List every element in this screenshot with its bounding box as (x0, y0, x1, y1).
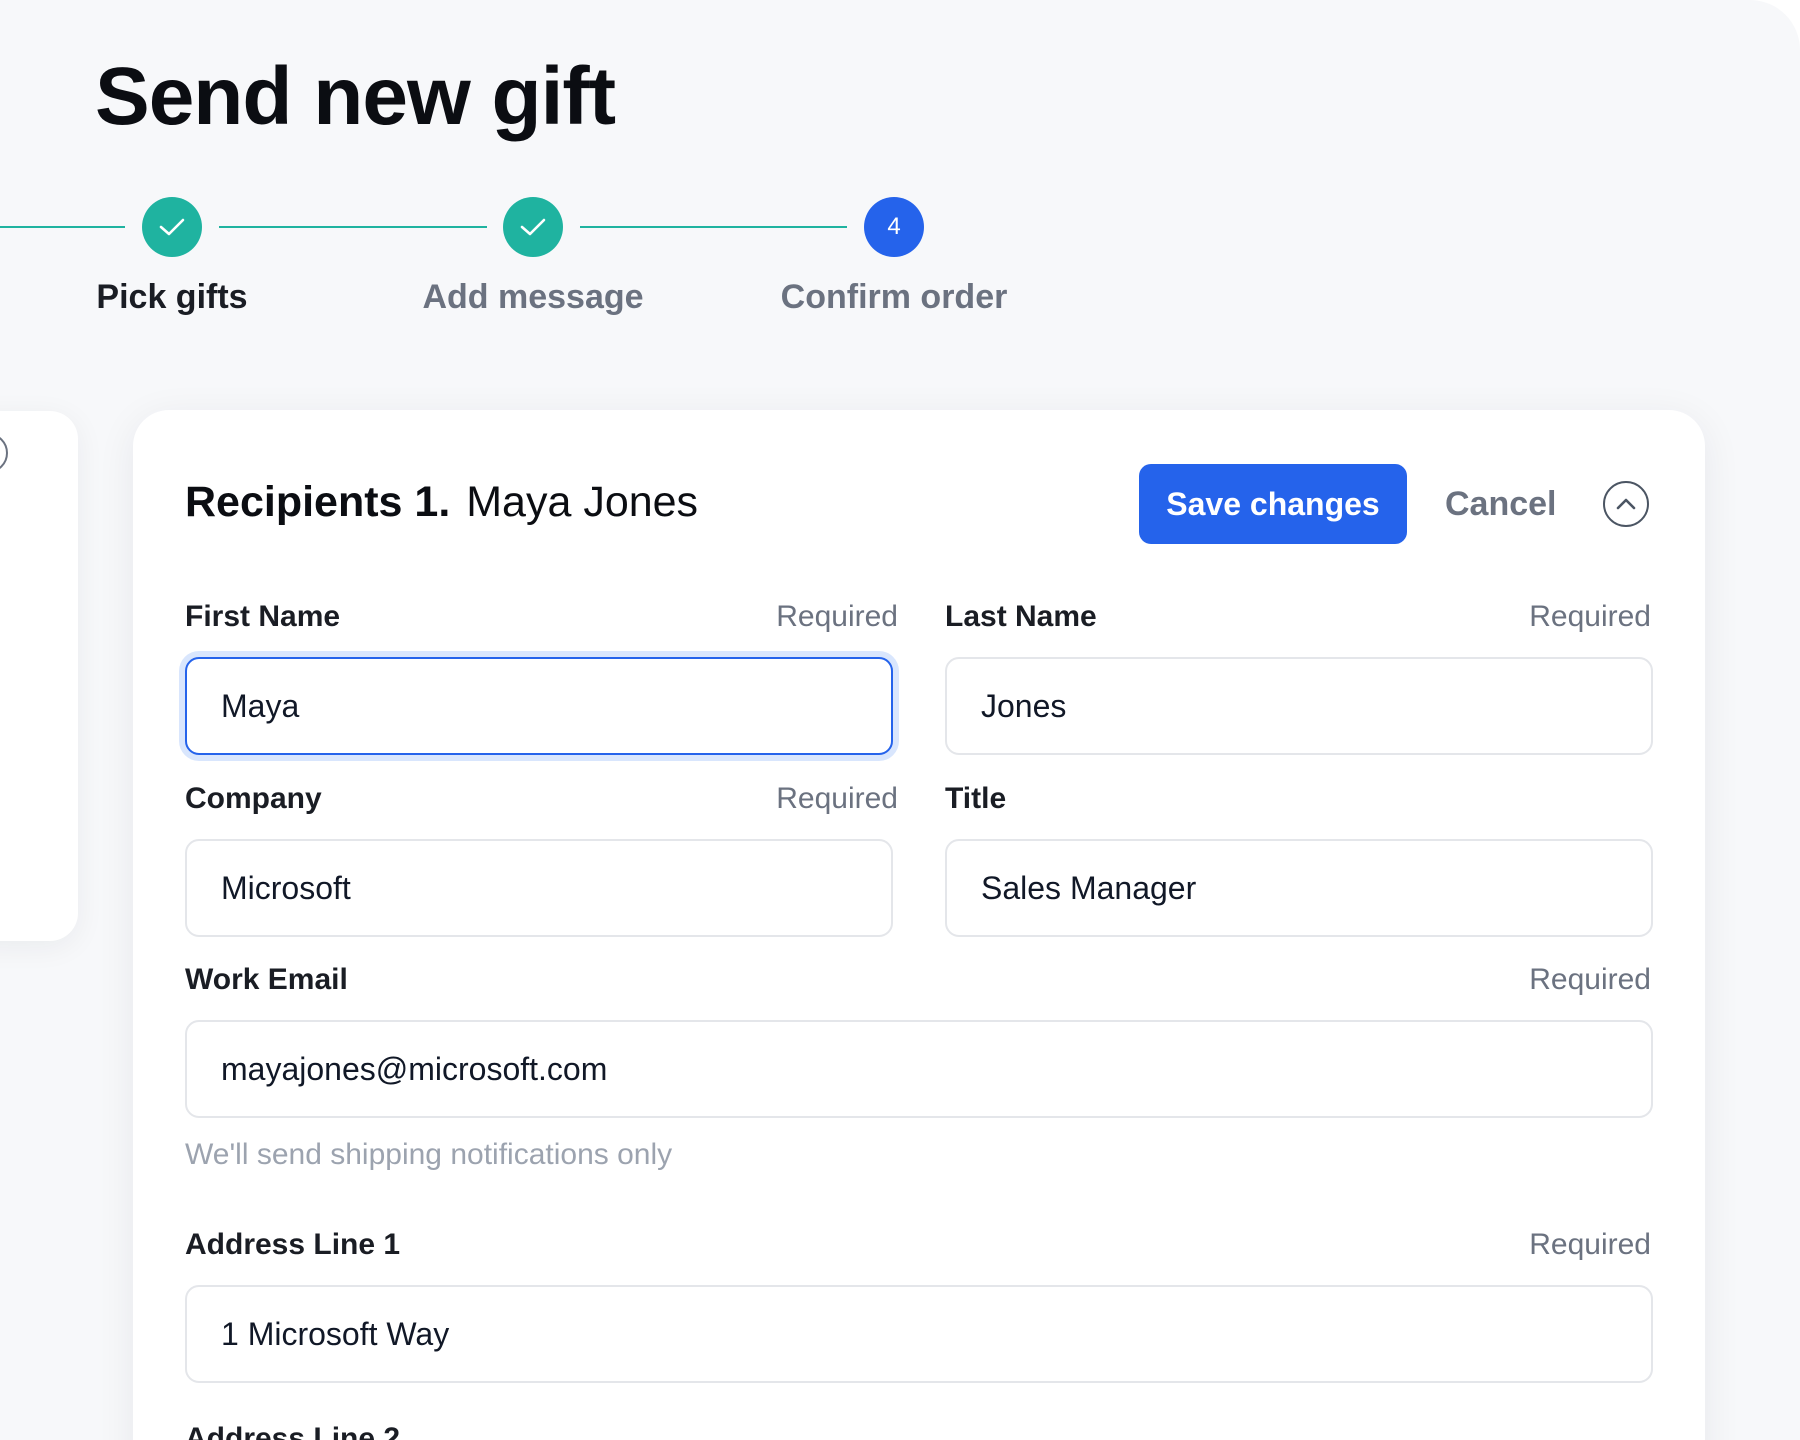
previous-recipient-card[interactable] (0, 411, 78, 941)
step-label-confirm-order[interactable]: Confirm order (781, 278, 1008, 317)
first-name-label: First Name (185, 600, 341, 633)
expand-circle-icon[interactable] (0, 433, 8, 473)
collapse-button[interactable] (1603, 481, 1649, 527)
step-2-complete[interactable] (503, 197, 563, 257)
address-line-1-required: Required (1529, 1228, 1651, 1261)
recipient-heading: Recipients 1. Maya Jones (185, 478, 698, 527)
company-input[interactable] (185, 839, 893, 937)
step-label-add-message[interactable]: Add message (422, 278, 643, 317)
title-label: Title (945, 782, 1007, 815)
step-number: 4 (887, 213, 901, 240)
address-line-2-label: Address Line 2 (185, 1422, 401, 1440)
app-window: Send new gift 4 Pick gifts Add message C… (0, 0, 1800, 1440)
step-label-pick-gifts[interactable]: Pick gifts (96, 278, 247, 317)
last-name-required: Required (1529, 600, 1651, 633)
step-3-active[interactable]: 4 (864, 197, 924, 257)
company-label: Company (185, 782, 322, 815)
work-email-required: Required (1529, 963, 1651, 996)
first-name-input[interactable] (185, 657, 893, 755)
chevron-up-icon (1616, 498, 1636, 510)
work-email-label: Work Email (185, 963, 348, 996)
check-icon (159, 218, 185, 236)
recipient-card: Recipients 1. Maya Jones Save changes Ca… (133, 410, 1705, 1440)
work-email-helper-text: We'll send shipping notifications only (185, 1138, 673, 1171)
address-line-1-input[interactable] (185, 1285, 1653, 1383)
screen: Send new gift 4 Pick gifts Add message C… (0, 0, 1800, 1440)
check-icon (520, 218, 546, 236)
last-name-label: Last Name (945, 600, 1097, 633)
last-name-input[interactable] (945, 657, 1653, 755)
first-name-required: Required (776, 600, 898, 633)
step-connector (580, 226, 847, 228)
work-email-input[interactable] (185, 1020, 1653, 1118)
cancel-button[interactable]: Cancel (1445, 474, 1557, 534)
step-connector (0, 226, 125, 228)
title-input[interactable] (945, 839, 1653, 937)
page-title: Send new gift (95, 51, 616, 142)
recipient-name: Maya Jones (466, 478, 699, 526)
step-connector (219, 226, 487, 228)
save-changes-button[interactable]: Save changes (1139, 464, 1407, 544)
step-1-complete[interactable] (142, 197, 202, 257)
address-line-1-label: Address Line 1 (185, 1228, 401, 1261)
company-required: Required (776, 782, 898, 815)
recipient-heading-prefix: Recipients 1. (185, 478, 451, 526)
